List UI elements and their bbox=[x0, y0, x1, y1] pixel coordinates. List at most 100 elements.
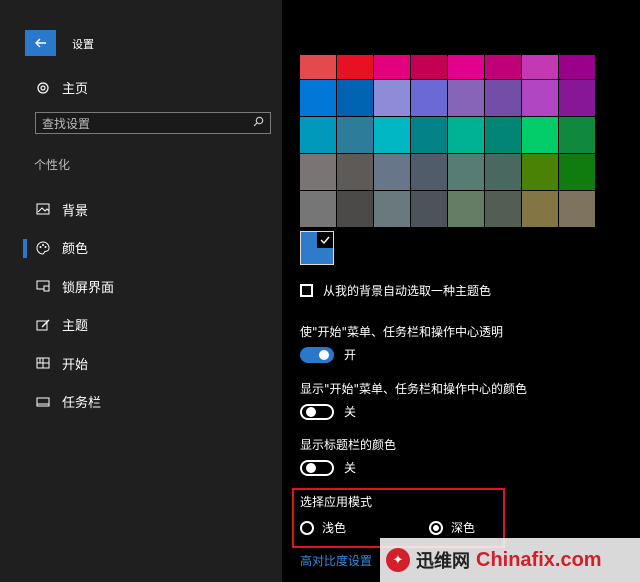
app-mode-dark-option[interactable]: 深色 bbox=[429, 519, 475, 536]
color-swatch[interactable] bbox=[374, 117, 410, 153]
color-swatch[interactable] bbox=[522, 117, 558, 153]
gear-icon bbox=[36, 81, 50, 95]
color-swatch[interactable] bbox=[559, 80, 595, 116]
color-swatch[interactable] bbox=[300, 191, 336, 227]
color-swatch[interactable] bbox=[485, 55, 521, 79]
color-swatch[interactable] bbox=[559, 154, 595, 190]
sidebar-item-label: 任务栏 bbox=[62, 396, 102, 412]
start-grid-icon bbox=[36, 356, 50, 370]
lock-screen-icon bbox=[36, 279, 50, 293]
color-swatch[interactable] bbox=[374, 55, 410, 79]
color-swatch[interactable] bbox=[522, 191, 558, 227]
sidebar-item-colors[interactable]: 颜色 bbox=[0, 229, 282, 268]
swatch-row bbox=[300, 55, 595, 79]
color-swatch[interactable] bbox=[485, 191, 521, 227]
transparency-toggle[interactable] bbox=[300, 346, 334, 363]
color-swatch[interactable] bbox=[559, 117, 595, 153]
color-swatch[interactable] bbox=[300, 117, 336, 153]
show-start-color-toggle-row[interactable]: 关 bbox=[300, 403, 356, 420]
transparency-label: 使"开始"菜单、任务栏和操作中心透明 bbox=[300, 325, 504, 339]
sidebar-item-background[interactable]: 背景 bbox=[0, 190, 282, 229]
colors-page: 从我的背景自动选取一种主题色 使"开始"菜单、任务栏和操作中心透明 开 显示"开… bbox=[282, 0, 640, 582]
auto-pick-checkbox[interactable] bbox=[300, 284, 313, 297]
toggle-state-label: 关 bbox=[344, 405, 357, 419]
color-swatch[interactable] bbox=[374, 154, 410, 190]
color-swatch[interactable] bbox=[337, 55, 373, 79]
color-swatch[interactable] bbox=[374, 191, 410, 227]
light-mode-label: 浅色 bbox=[322, 521, 347, 535]
color-swatch[interactable] bbox=[300, 55, 336, 79]
show-title-color-toggle[interactable] bbox=[300, 459, 334, 476]
section-label: 个性化 bbox=[34, 158, 71, 172]
window-title: 设置 bbox=[72, 38, 94, 51]
color-swatch[interactable] bbox=[337, 191, 373, 227]
watermark-logo-icon: ✦ bbox=[386, 548, 410, 572]
accent-color-grid bbox=[300, 55, 595, 228]
high-contrast-link[interactable]: 高对比度设置 bbox=[300, 552, 372, 569]
color-swatch[interactable] bbox=[411, 55, 447, 79]
color-swatch[interactable] bbox=[411, 191, 447, 227]
taskbar-icon bbox=[36, 395, 50, 409]
color-swatch[interactable] bbox=[337, 80, 373, 116]
show-title-color-toggle-row[interactable]: 关 bbox=[300, 459, 356, 476]
app-mode-light-option[interactable]: 浅色 bbox=[300, 519, 346, 536]
transparency-toggle-row[interactable]: 开 bbox=[300, 346, 356, 363]
color-swatch[interactable] bbox=[337, 117, 373, 153]
color-swatch[interactable] bbox=[448, 191, 484, 227]
color-swatch[interactable] bbox=[337, 154, 373, 190]
watermark: ✦ 迅维网 Chinafix.com bbox=[380, 538, 640, 582]
color-swatch[interactable] bbox=[448, 117, 484, 153]
color-swatch[interactable] bbox=[559, 55, 595, 79]
show-start-color-toggle[interactable] bbox=[300, 403, 334, 420]
arrow-left-icon bbox=[34, 38, 46, 48]
color-swatch[interactable] bbox=[522, 55, 558, 79]
sidebar-item-label: 颜色 bbox=[62, 242, 89, 258]
auto-pick-label: 从我的背景自动选取一种主题色 bbox=[323, 284, 492, 298]
home-label: 主页 bbox=[62, 82, 89, 97]
color-swatch[interactable] bbox=[300, 80, 336, 116]
app-mode-label: 选择应用模式 bbox=[300, 495, 373, 509]
swatch-row bbox=[300, 154, 595, 190]
picture-icon bbox=[36, 202, 50, 216]
auto-pick-row[interactable]: 从我的背景自动选取一种主题色 bbox=[300, 282, 491, 299]
color-swatch[interactable] bbox=[522, 154, 558, 190]
check-icon bbox=[317, 232, 333, 248]
palette-icon bbox=[36, 241, 50, 255]
color-swatch[interactable] bbox=[485, 154, 521, 190]
back-button[interactable] bbox=[25, 30, 56, 56]
color-swatch[interactable] bbox=[559, 191, 595, 227]
color-swatch[interactable] bbox=[300, 154, 336, 190]
search-icon bbox=[253, 116, 264, 130]
color-swatch[interactable] bbox=[485, 80, 521, 116]
selected-custom-color[interactable] bbox=[300, 231, 334, 265]
sidebar-item-taskbar[interactable]: 任务栏 bbox=[0, 383, 282, 422]
show-start-color-label: 显示"开始"菜单、任务栏和操作中心的颜色 bbox=[300, 382, 528, 396]
light-mode-radio[interactable] bbox=[300, 520, 314, 535]
sidebar-nav: 背景 颜色 锁屏界面 主题 开始 任务栏 bbox=[0, 190, 282, 421]
color-swatch[interactable] bbox=[485, 117, 521, 153]
search-input[interactable]: 查找设置 bbox=[35, 112, 271, 134]
color-swatch[interactable] bbox=[448, 154, 484, 190]
watermark-cn: 迅维网 bbox=[416, 551, 470, 572]
sidebar-item-label: 主题 bbox=[62, 319, 89, 335]
sidebar-item-label: 锁屏界面 bbox=[62, 280, 115, 296]
home-link[interactable]: 主页 bbox=[36, 78, 88, 97]
color-swatch[interactable] bbox=[411, 80, 447, 116]
color-swatch[interactable] bbox=[448, 80, 484, 116]
swatch-row bbox=[300, 80, 595, 116]
color-swatch[interactable] bbox=[448, 55, 484, 79]
sidebar-item-start[interactable]: 开始 bbox=[0, 344, 282, 383]
color-swatch[interactable] bbox=[411, 154, 447, 190]
color-swatch[interactable] bbox=[374, 80, 410, 116]
sidebar-item-label: 开始 bbox=[62, 357, 89, 373]
sidebar: 设置 主页 查找设置 个性化 背景 颜色 锁屏界面 主题 开始 任务栏 bbox=[0, 0, 282, 582]
color-swatch[interactable] bbox=[411, 117, 447, 153]
toggle-state-label: 关 bbox=[344, 461, 357, 475]
search-placeholder: 查找设置 bbox=[42, 116, 91, 131]
sidebar-item-lock-screen[interactable]: 锁屏界面 bbox=[0, 267, 282, 306]
dark-mode-radio[interactable] bbox=[429, 520, 443, 535]
color-swatch[interactable] bbox=[522, 80, 558, 116]
swatch-row bbox=[300, 191, 595, 227]
show-title-color-label: 显示标题栏的颜色 bbox=[300, 438, 397, 452]
sidebar-item-themes[interactable]: 主题 bbox=[0, 306, 282, 345]
